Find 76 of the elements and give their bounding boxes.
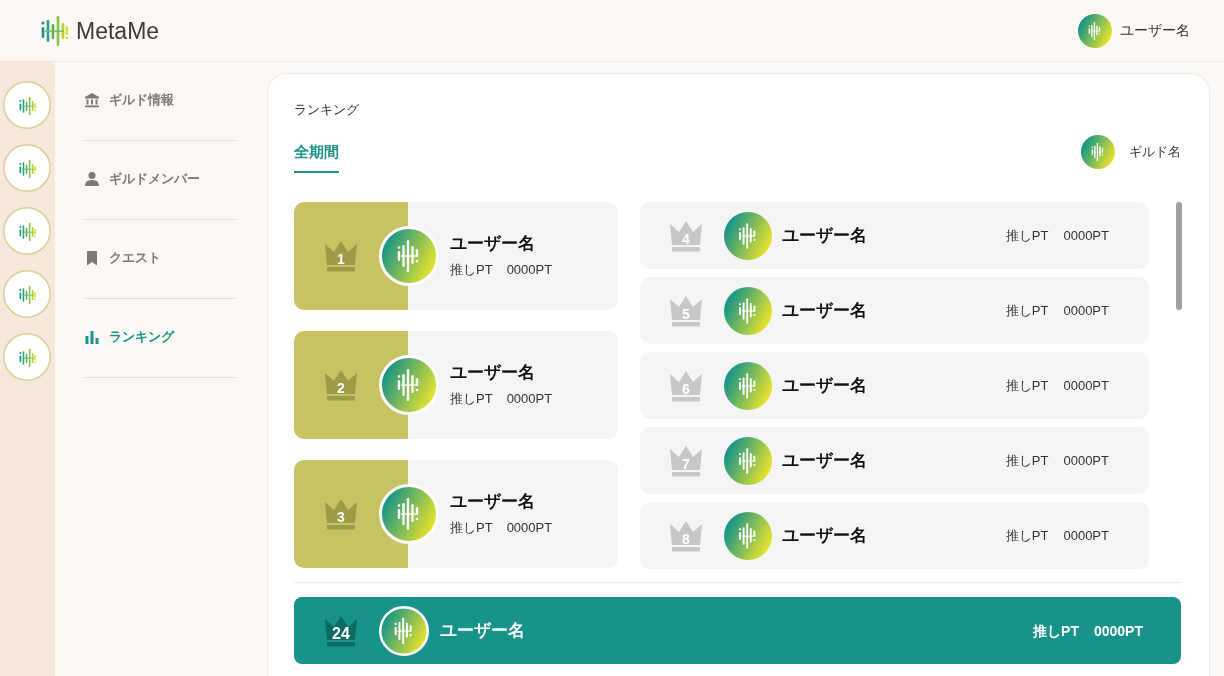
crown-icon	[669, 519, 703, 552]
user-name: ユーザー名	[782, 224, 867, 247]
avatar-icon	[379, 484, 439, 544]
avatar-icon	[724, 211, 772, 260]
bookmark-icon	[84, 250, 100, 266]
points-label: 推しPT	[1005, 301, 1049, 320]
nav-item[interactable]: ギルドメンバー	[84, 169, 200, 189]
points-value: 0000PT	[1063, 226, 1109, 245]
user-menu-button[interactable]: ユーザー名	[1078, 13, 1190, 48]
guild-icon[interactable]	[3, 270, 51, 318]
crown-icon	[669, 369, 703, 402]
rank-number: 4	[682, 230, 690, 247]
nav-item[interactable]: ギルド情報	[84, 90, 174, 110]
crown-icon	[669, 444, 703, 477]
points-value: 0000PT	[506, 390, 553, 408]
bar-chart-icon	[84, 329, 100, 345]
rank-number: 7	[682, 455, 690, 472]
avatar-icon	[724, 361, 772, 410]
points-value: 0000PT	[1063, 526, 1109, 545]
user-name: ユーザー名	[450, 491, 536, 513]
user-name: ユーザー名	[782, 524, 867, 547]
page-title: ランキング	[294, 101, 360, 119]
rank-number: 1	[337, 251, 345, 267]
points-label: 推しPT	[1033, 621, 1079, 640]
avatar-icon	[1081, 135, 1115, 169]
user-name: ユーザー名	[782, 299, 867, 322]
user-name: ユーザー名	[450, 233, 536, 255]
guild-icon[interactable]	[3, 333, 51, 381]
user-name: ユーザー名	[450, 362, 536, 384]
points-value: 0000PT	[1093, 621, 1143, 640]
logo-icon	[40, 13, 68, 48]
user-name: ユーザー名	[782, 449, 867, 472]
points-value: 0000PT	[1063, 376, 1109, 395]
avatar-icon	[724, 511, 772, 560]
points-value: 0000PT	[506, 519, 553, 537]
avatar-icon	[379, 605, 429, 656]
building-icon	[84, 92, 100, 108]
points-value: 0000PT	[506, 261, 553, 279]
avatar-icon	[379, 226, 439, 286]
points-label: 推しPT	[1005, 526, 1049, 545]
crown-icon	[669, 219, 703, 252]
crown-icon	[324, 369, 358, 401]
points-value: 0000PT	[1063, 451, 1109, 470]
guild-icon[interactable]	[3, 207, 51, 255]
user-name: ユーザー名	[782, 374, 867, 397]
rank-number: 8	[682, 530, 690, 547]
crown-icon	[324, 240, 358, 272]
avatar-icon	[724, 286, 772, 335]
rank-number: 24	[332, 625, 350, 642]
rank-number: 2	[337, 380, 345, 396]
person-icon	[84, 171, 100, 187]
guild-icon[interactable]	[3, 144, 51, 192]
points-label: 推しPT	[450, 519, 493, 537]
points-label: 推しPT	[1005, 226, 1049, 245]
points-label: 推しPT	[1005, 451, 1049, 470]
points-label: 推しPT	[450, 390, 493, 408]
scrollbar[interactable]	[1176, 202, 1182, 310]
guild-icon[interactable]	[3, 81, 51, 129]
points-label: 推しPT	[1005, 376, 1049, 395]
crown-icon	[324, 498, 358, 530]
period-tab[interactable]: 全期間	[294, 142, 339, 173]
avatar-icon	[1078, 13, 1112, 48]
nav-item[interactable]: クエスト	[84, 248, 161, 268]
avatar-icon	[379, 355, 439, 415]
guild-name: ギルド名	[1129, 143, 1181, 162]
rank-number: 5	[682, 305, 690, 322]
points-label: 推しPT	[450, 261, 493, 279]
rank-number: 6	[682, 380, 690, 397]
crown-icon	[669, 294, 703, 327]
avatar-icon	[724, 436, 772, 485]
nav-item[interactable]: ランキング	[84, 327, 174, 347]
user-name: ユーザー名	[440, 619, 525, 642]
crown-icon	[324, 614, 358, 647]
points-value: 0000PT	[1063, 301, 1109, 320]
logo-text: MetaMe	[76, 16, 160, 45]
rank-number: 3	[337, 509, 345, 525]
